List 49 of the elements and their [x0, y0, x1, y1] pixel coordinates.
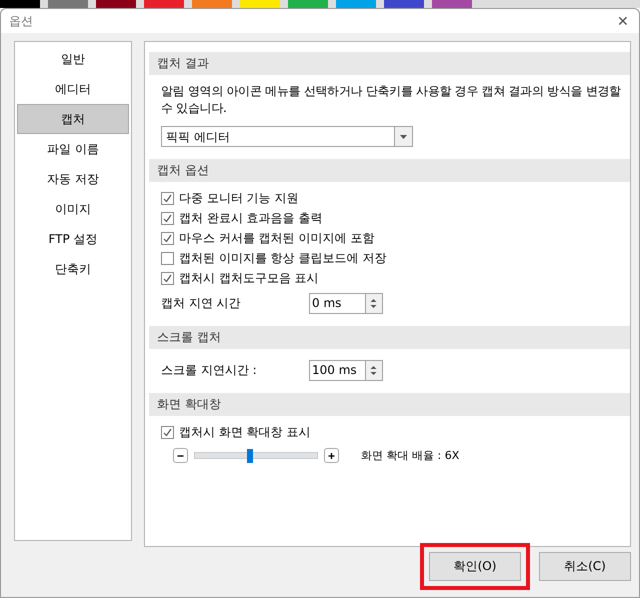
category-item[interactable]: 단축키	[17, 254, 129, 284]
number-spinner[interactable]: 100 ms	[309, 360, 383, 381]
color-swatch	[0, 0, 40, 8]
section-header: 캡처 결과	[149, 52, 630, 75]
dialog-button[interactable]: 확인(O)	[429, 552, 521, 581]
dialog-button[interactable]: 취소(C)	[539, 552, 631, 581]
slider-thumb[interactable]	[246, 449, 253, 463]
checkbox[interactable]	[161, 232, 174, 245]
color-swatch	[144, 0, 184, 8]
color-swatch	[96, 0, 136, 8]
color-swatch	[288, 0, 328, 8]
section-header: 스크롤 캡처	[149, 326, 630, 349]
checkbox[interactable]	[161, 212, 174, 225]
checkbox-label: 다중 모니터 기능 지원	[179, 190, 298, 207]
color-swatch	[240, 0, 280, 8]
close-button[interactable]: ✕	[615, 13, 631, 29]
category-item[interactable]: 일반	[17, 44, 129, 74]
description-text: 알림 영역의 아이콘 메뉴를 선택하거나 단축키를 사용할 경우 캡쳐 결과의 방식을 변경할 수 있습니다.	[161, 83, 622, 117]
category-item[interactable]: 파일 이름	[17, 134, 129, 164]
category-item[interactable]: FTP 설정	[17, 224, 129, 254]
window-title: 옵션	[9, 12, 33, 30]
category-item[interactable]: 에디터	[17, 74, 129, 104]
checkbox-label: 캡처시 캡처도구모음 표시	[179, 270, 319, 287]
number-spinner[interactable]: 0 ms	[309, 293, 383, 314]
color-swatch	[336, 0, 376, 8]
color-swatch	[48, 0, 88, 8]
checkbox[interactable]	[161, 252, 174, 265]
section-header: 캡처 옵션	[149, 159, 630, 182]
category-item[interactable]: 자동 저장	[17, 164, 129, 194]
color-swatch	[384, 0, 424, 8]
checkbox-label: 캡처 완료시 효과음을 출력	[179, 210, 322, 227]
checkbox-label: 캡처시 화면 확대창 표시	[179, 424, 310, 441]
section-header: 화면 확대창	[149, 393, 630, 416]
zoom-ratio-text: 화면 확대 배율 : 6X	[361, 448, 460, 463]
caret-icon	[400, 134, 407, 138]
field-label: 스크롤 지연시간 :	[161, 362, 258, 379]
checkbox[interactable]	[161, 192, 174, 205]
checkbox[interactable]	[161, 426, 174, 439]
result-dropdown[interactable]: 픽픽 에디터	[161, 126, 413, 147]
color-swatch	[192, 0, 232, 8]
color-swatch	[432, 0, 472, 8]
category-item[interactable]: 캡처	[17, 104, 129, 134]
zoom-in-button[interactable]: +	[324, 448, 339, 463]
field-label: 캡처 지연 시간	[161, 295, 242, 312]
zoom-out-button[interactable]: −	[173, 448, 188, 463]
checkbox-label: 캡처된 이미지를 항상 클립보드에 저장	[179, 250, 386, 267]
checkbox[interactable]	[161, 272, 174, 285]
checkbox-label: 마우스 커서를 캡처된 이미지에 포함	[179, 230, 374, 247]
category-item[interactable]: 이미지	[17, 194, 129, 224]
